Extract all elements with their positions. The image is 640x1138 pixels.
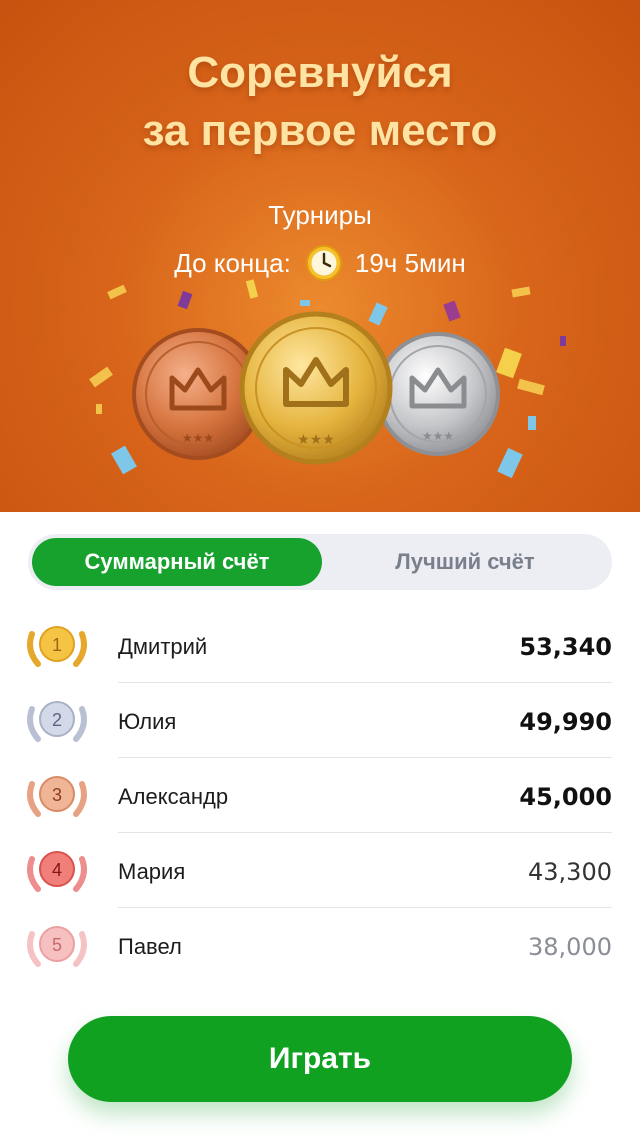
player-score: 43,300	[528, 858, 612, 886]
countdown-label: До конца:	[174, 247, 291, 278]
svg-text:★★★: ★★★	[422, 429, 454, 443]
silver-medal: ★★★	[376, 332, 500, 456]
hero-banner: Соревнуйся за первое место Турниры До ко…	[0, 0, 640, 512]
silver-laurel-badge-icon: 2	[27, 701, 87, 742]
play-button[interactable]: Играть	[68, 1016, 572, 1102]
leaderboard-row[interactable]: 3 Александр 45,000	[0, 758, 640, 833]
gold-laurel-badge-icon: 1	[27, 626, 87, 667]
player-name: Павел	[118, 934, 182, 959]
hero-title-line1: Соревнуйся	[187, 48, 453, 97]
clock-icon	[305, 245, 342, 281]
hero-title-line2: за первое место	[142, 106, 498, 155]
pink-laurel-badge-icon: 5	[27, 926, 87, 967]
svg-text:3: 3	[52, 785, 62, 805]
player-score: 38,000	[528, 933, 612, 961]
countdown: До конца: 19ч 5мин	[0, 244, 640, 282]
leaderboard-row[interactable]: 2 Юлия 49,990	[0, 683, 640, 758]
svg-text:★★★: ★★★	[182, 431, 214, 445]
leaderboard-row[interactable]: 1 Дмитрий 53,340	[0, 608, 640, 683]
svg-text:2: 2	[52, 710, 62, 730]
svg-text:4: 4	[52, 860, 62, 880]
score-mode-tabs: Суммарный счёт Лучший счёт	[28, 534, 612, 590]
player-score: 53,340	[519, 633, 612, 661]
player-name: Александр	[118, 784, 229, 809]
leaderboard-row[interactable]: 5 Павел 38,000	[0, 908, 640, 983]
tab-best-score[interactable]: Лучший счёт	[322, 538, 608, 586]
hero-title: Соревнуйся за первое место	[0, 44, 640, 160]
tournaments-label: Турниры	[268, 200, 372, 230]
red-laurel-badge-icon: 4	[27, 851, 87, 892]
svg-text:5: 5	[52, 935, 62, 955]
tab-total-score[interactable]: Суммарный счёт	[32, 538, 322, 586]
medals-illustration: ★★★ ★★★ ★★★	[132, 311, 500, 465]
player-name: Дмитрий	[118, 634, 208, 659]
player-name: Мария	[118, 859, 186, 884]
svg-text:★★★: ★★★	[297, 431, 335, 447]
svg-text:1: 1	[52, 635, 62, 655]
player-score: 49,990	[519, 708, 612, 736]
gold-medal: ★★★	[239, 311, 393, 465]
player-score: 45,000	[519, 783, 612, 811]
leaderboard-row[interactable]: 4 Мария 43,300	[0, 833, 640, 908]
countdown-value: 19ч 5мин	[354, 247, 466, 278]
bronze-laurel-badge-icon: 3	[27, 776, 87, 817]
player-name: Юлия	[118, 709, 177, 734]
